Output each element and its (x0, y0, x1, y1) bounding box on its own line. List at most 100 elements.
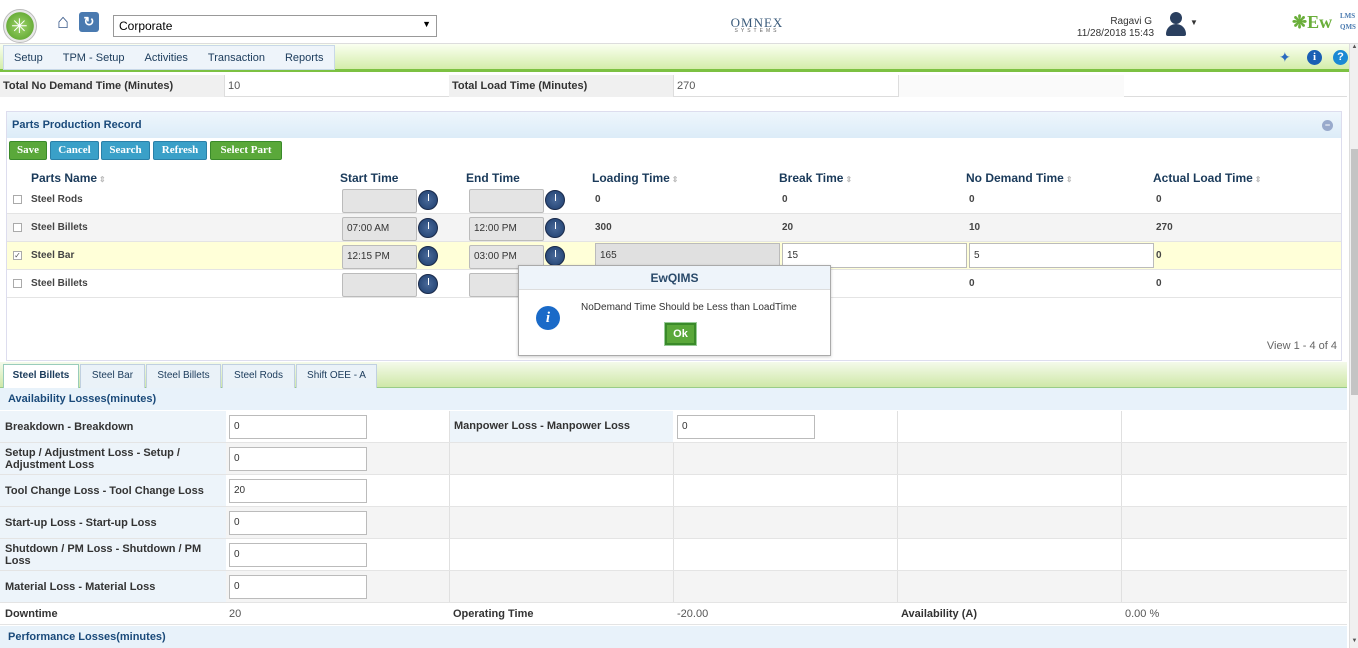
menu-setup[interactable]: Setup (4, 46, 53, 70)
scroll-thumb[interactable] (1351, 149, 1358, 395)
loss-input[interactable]: 0 (229, 415, 367, 439)
alert-dialog-title: EwQIMS (519, 266, 830, 290)
table-row[interactable]: Steel Rods 0 0 0 0 (7, 186, 1341, 214)
tab-steel-bar[interactable]: Steel Bar (80, 364, 145, 388)
col-start-time[interactable]: Start Time (340, 171, 398, 186)
performance-losses-title: Performance Losses(minutes) (0, 626, 1347, 648)
empty-cell (1121, 475, 1347, 506)
select-part-button[interactable]: Select Part (210, 141, 282, 160)
menu-tpm-setup[interactable]: TPM - Setup (53, 46, 135, 70)
user-avatar-icon[interactable] (1164, 12, 1188, 38)
manpower-loss-label: Manpower Loss - Manpower Loss (449, 411, 673, 442)
empty-cell (897, 507, 1121, 538)
loss-label: Tool Change Loss - Tool Change Loss (0, 475, 226, 506)
sort-icon: ⇕ (99, 175, 106, 184)
row-checkbox[interactable] (13, 195, 22, 204)
pager-info: View 1 - 4 of 4 (1266, 340, 1337, 352)
search-button[interactable]: Search (101, 141, 150, 160)
home-icon[interactable]: ⌂ (51, 11, 75, 33)
empty-cell (1121, 411, 1347, 442)
cancel-button[interactable]: Cancel (50, 141, 99, 160)
clock-icon[interactable] (545, 246, 565, 266)
clock-icon[interactable] (545, 190, 565, 210)
col-parts-name[interactable]: Parts Name ⇕ (31, 171, 106, 186)
organization-select-value: Corporate (119, 19, 173, 33)
sort-icon: ⇕ (671, 175, 679, 184)
tab-shift-oee-a[interactable]: Shift OEE - A (296, 364, 377, 388)
clock-icon[interactable] (545, 218, 565, 238)
scroll-down-icon[interactable]: ▼ (1350, 638, 1358, 648)
empty-cell (897, 571, 1121, 602)
sort-icon: ⇕ (845, 175, 853, 184)
empty-cell (673, 443, 897, 474)
loss-input[interactable]: 0 (229, 511, 367, 535)
organization-select[interactable]: Corporate ▼ (113, 15, 437, 37)
table-row[interactable]: Steel Billets 07:00 AM 12:00 PM 300 20 1… (7, 214, 1341, 242)
no-demand-time: 0 (969, 194, 975, 205)
info-icon[interactable]: i (1307, 50, 1322, 65)
loss-row: Setup / Adjustment Loss - Setup / Adjust… (0, 443, 1347, 475)
manpower-loss-input[interactable]: 0 (677, 415, 815, 439)
tab-steel-rods[interactable]: Steel Rods (222, 364, 295, 388)
empty-cell (1121, 571, 1347, 602)
start-time-input[interactable]: 12:15 PM (342, 245, 417, 269)
empty-cell (449, 539, 673, 570)
refresh-button[interactable]: Refresh (153, 141, 207, 160)
loss-row: Material Loss - Material Loss 0 (0, 571, 1347, 603)
ok-button[interactable]: Ok (664, 322, 697, 346)
sort-icon: ⇕ (1065, 175, 1073, 184)
total-load-time-value: 270 (673, 75, 897, 97)
clock-icon[interactable] (418, 274, 438, 294)
col-loading-time[interactable]: Loading Time ⇕ (592, 171, 679, 186)
break-time: 20 (782, 222, 794, 233)
empty-cell (1121, 443, 1347, 474)
actual-load-time: 0 (1156, 194, 1162, 205)
loss-input[interactable]: 0 (229, 575, 367, 599)
end-time-input[interactable] (469, 189, 544, 213)
empty-cell (449, 443, 673, 474)
col-break-time[interactable]: Break Time ⇕ (779, 171, 852, 186)
menu-reports[interactable]: Reports (275, 46, 334, 70)
scroll-up-icon[interactable]: ▲ (1350, 44, 1358, 54)
row-checkbox[interactable] (13, 223, 22, 232)
downtime-value: 20 (229, 608, 242, 620)
menu-activities[interactable]: Activities (135, 46, 198, 70)
col-end-time[interactable]: End Time (466, 171, 520, 186)
part-name: Steel Rods (31, 194, 83, 205)
clock-icon[interactable] (418, 218, 438, 238)
col-no-demand-time[interactable]: No Demand Time ⇕ (966, 171, 1073, 186)
app-logo[interactable]: ✳ (3, 9, 37, 43)
availability-value: 0.00 % (1125, 608, 1160, 620)
tab-steel-billets[interactable]: Steel Billets (3, 364, 79, 389)
start-time-input[interactable]: 07:00 AM (342, 217, 417, 241)
clock-icon[interactable] (418, 190, 438, 210)
start-time-input[interactable] (342, 189, 417, 213)
loss-input[interactable]: 20 (229, 479, 367, 503)
pin-icon[interactable]: ✦ (1279, 49, 1291, 66)
col-actual-load-time[interactable]: Actual Load Time ⇕ (1153, 171, 1262, 186)
refresh-icon[interactable]: ↻ (79, 12, 99, 32)
total-no-demand-value: 10 (224, 75, 448, 97)
row-checkbox-checked[interactable]: ✓ (13, 251, 22, 260)
help-icon[interactable]: ? (1333, 50, 1348, 65)
row-checkbox[interactable] (13, 279, 22, 288)
alert-message: NoDemand Time Should be Less than LoadTi… (581, 302, 797, 313)
ewqims-logo-text: ❋Ew (1292, 12, 1333, 32)
empty-cell (897, 475, 1121, 506)
save-button[interactable]: Save (9, 141, 47, 160)
menu-transaction[interactable]: Transaction (198, 46, 275, 70)
start-time-input[interactable] (342, 273, 417, 297)
tab-steel-billets-2[interactable]: Steel Billets (146, 364, 221, 388)
clock-icon[interactable] (418, 246, 438, 266)
loss-input[interactable]: 0 (229, 447, 367, 471)
grid-header: Parts Name ⇕ Start Time End Time Loading … (7, 171, 1341, 186)
user-menu-caret-icon[interactable]: ▼ (1190, 18, 1198, 27)
collapse-icon[interactable]: − (1322, 120, 1333, 131)
loss-row: Tool Change Loss - Tool Change Loss 20 (0, 475, 1347, 507)
loss-input[interactable]: 0 (229, 543, 367, 567)
page-scrollbar[interactable]: ▲ ▼ (1349, 44, 1358, 648)
empty-cell (673, 539, 897, 570)
ewqims-logo: ❋Ew LMS QMS (1292, 12, 1356, 38)
no-demand-time-input[interactable]: 5 (969, 243, 1154, 268)
end-time-input[interactable]: 12:00 PM (469, 217, 544, 241)
